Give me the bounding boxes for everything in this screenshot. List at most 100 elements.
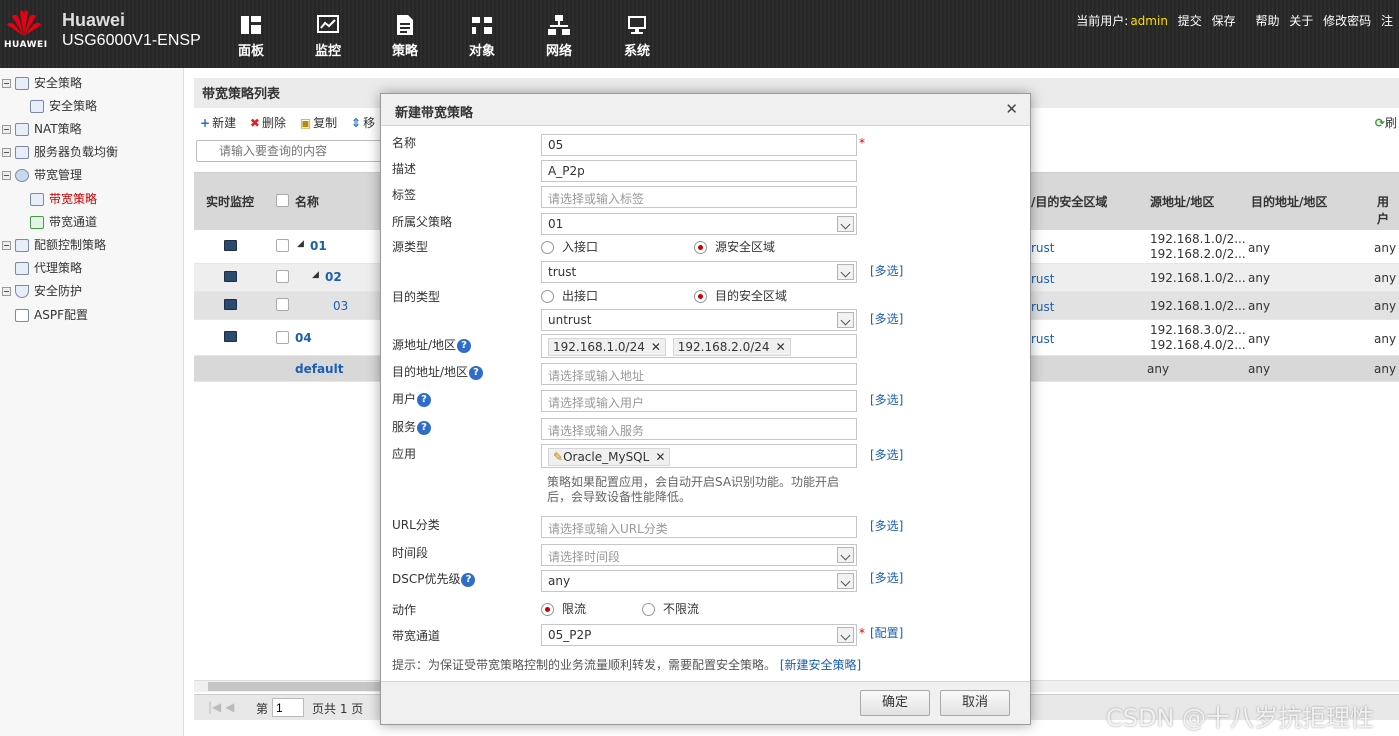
url-category-multi-select[interactable]: [多选] <box>870 517 903 534</box>
sidebar-item-bandwidth-channel[interactable]: 带宽通道 <box>30 213 97 230</box>
user-input[interactable]: 请选择或输入用户 <box>541 390 857 412</box>
monitor-icon[interactable] <box>224 331 237 342</box>
radio-button-selected[interactable] <box>694 241 707 254</box>
source-zone-multi-select[interactable]: [多选] <box>870 262 903 279</box>
url-category-input[interactable]: 请选择或输入URL分类 <box>541 516 857 538</box>
chevron-down-icon[interactable] <box>837 264 854 280</box>
chevron-down-icon[interactable] <box>837 547 854 563</box>
dscp-multi-select[interactable]: [多选] <box>870 569 903 586</box>
close-icon[interactable]: ✕ <box>1005 100 1018 118</box>
monitor-icon[interactable] <box>224 299 237 310</box>
row-checkbox[interactable] <box>276 270 289 283</box>
remove-tag-icon[interactable]: ✕ <box>655 450 665 464</box>
sidebar-item-aspf[interactable]: ASPF配置 <box>15 306 88 323</box>
nav-policy[interactable]: 策略 <box>375 14 435 59</box>
policy-name-link[interactable]: 02 <box>325 270 342 284</box>
expand-icon[interactable] <box>2 241 11 250</box>
sidebar-item-quota-policy[interactable]: 配额控制策略 <box>0 236 106 253</box>
collapse-icon[interactable] <box>2 79 11 88</box>
col-zone[interactable]: /目的安全区域 <box>1031 193 1107 210</box>
chevron-down-icon[interactable] <box>837 573 854 589</box>
destination-zone-select[interactable]: untrust <box>541 309 857 331</box>
collapse-icon[interactable] <box>2 171 11 180</box>
sidebar-item-security-policy[interactable]: 安全策略 <box>30 97 97 114</box>
radio-destination-zone[interactable]: 目的安全区域 <box>694 287 787 304</box>
help-icon[interactable]: ? <box>461 572 476 587</box>
user-multi-select[interactable]: [多选] <box>870 391 903 408</box>
destination-zone-multi-select[interactable]: [多选] <box>870 310 903 327</box>
help-icon[interactable]: ? <box>417 420 432 435</box>
move-button[interactable]: ⇕ 移 <box>351 116 375 130</box>
bandwidth-channel-config-link[interactable]: [配置] <box>870 624 903 641</box>
collapse-arrow-icon[interactable]: ◢ <box>312 270 319 280</box>
save-link[interactable]: 保存 <box>1212 14 1236 28</box>
help-link[interactable]: 帮助 <box>1255 14 1279 28</box>
nav-system[interactable]: 系统 <box>607 14 667 59</box>
new-button[interactable]: + 新建 <box>200 116 236 130</box>
radio-no-limit[interactable]: 不限流 <box>642 600 699 617</box>
help-icon[interactable]: ? <box>469 365 484 380</box>
help-icon[interactable]: ? <box>417 392 432 407</box>
chevron-down-icon[interactable] <box>837 312 854 328</box>
remove-tag-icon[interactable]: ✕ <box>776 340 786 354</box>
policy-name-link[interactable]: 04 <box>295 331 312 345</box>
expand-icon[interactable] <box>2 148 11 157</box>
source-zone-select[interactable]: trust <box>541 261 857 283</box>
name-input[interactable]: 05 <box>541 134 857 156</box>
bandwidth-channel-select[interactable]: 05_P2P <box>541 624 857 646</box>
page-input[interactable] <box>272 698 304 717</box>
row-checkbox[interactable] <box>276 331 289 344</box>
collapse-arrow-icon[interactable]: ◢ <box>297 239 304 249</box>
sidebar-item-bandwidth-policy[interactable]: 带宽策略 <box>30 190 97 207</box>
monitor-icon[interactable] <box>224 271 237 282</box>
copy-button[interactable]: ▣ 复制 <box>300 116 337 130</box>
submit-link[interactable]: 提交 <box>1178 14 1202 28</box>
policy-name-link[interactable]: 03 <box>333 299 348 313</box>
sidebar-item-security-policy-group[interactable]: 安全策略 <box>0 74 82 91</box>
chevron-down-icon[interactable] <box>837 627 854 643</box>
radio-in-interface[interactable]: 入接口 <box>541 238 598 255</box>
radio-out-interface[interactable]: 出接口 <box>541 287 598 304</box>
radio-button[interactable] <box>541 241 554 254</box>
nav-monitor[interactable]: 监控 <box>298 14 358 59</box>
logout-link[interactable]: 注 <box>1381 14 1393 28</box>
about-link[interactable]: 关于 <box>1289 14 1313 28</box>
cancel-button[interactable]: 取消 <box>940 690 1010 716</box>
nav-dashboard[interactable]: 面板 <box>221 14 281 59</box>
schedule-select[interactable]: 请选择时间段 <box>541 544 857 566</box>
change-password-link[interactable]: 修改密码 <box>1323 14 1371 28</box>
application-multi-select[interactable]: [多选] <box>870 446 903 463</box>
row-checkbox[interactable] <box>276 239 289 252</box>
radio-button-selected[interactable] <box>541 603 554 616</box>
radio-button-selected[interactable] <box>694 290 707 303</box>
first-page-icon[interactable]: |◀ ◀ <box>208 700 234 714</box>
chevron-down-icon[interactable] <box>837 216 854 232</box>
radio-source-zone[interactable]: 源安全区域 <box>694 238 775 255</box>
sidebar-item-security-protection[interactable]: 安全防护 <box>0 282 82 299</box>
new-security-policy-link[interactable]: [新建安全策略] <box>780 658 861 672</box>
ok-button[interactable]: 确定 <box>860 690 930 716</box>
destination-address-input[interactable]: 请选择或输入地址 <box>541 363 857 385</box>
tag-input[interactable]: 请选择或输入标签 <box>541 186 857 208</box>
radio-limit[interactable]: 限流 <box>541 600 586 617</box>
application-input[interactable]: ✎Oracle_MySQL ✕ <box>541 444 857 468</box>
source-address-input[interactable]: 192.168.1.0/24 ✕ 192.168.2.0/24 ✕ <box>541 334 857 358</box>
parent-policy-select[interactable]: 01 <box>541 213 857 235</box>
sidebar-item-bandwidth-mgmt[interactable]: 带宽管理 <box>0 166 82 183</box>
sidebar-item-nat-policy[interactable]: NAT策略 <box>0 120 82 137</box>
delete-button[interactable]: ✖ 删除 <box>250 116 286 130</box>
policy-name-link[interactable]: default <box>295 362 343 376</box>
nav-network[interactable]: 网络 <box>529 14 589 59</box>
search-input[interactable] <box>196 140 396 162</box>
policy-name-link[interactable]: 01 <box>310 239 327 253</box>
nav-object[interactable]: 对象 <box>452 14 512 59</box>
radio-button[interactable] <box>642 603 655 616</box>
dscp-select[interactable]: any <box>541 570 857 592</box>
description-input[interactable]: A_P2p <box>541 160 857 182</box>
sidebar-item-proxy-policy[interactable]: 代理策略 <box>15 259 82 276</box>
expand-icon[interactable] <box>2 125 11 134</box>
col-destination[interactable]: 目的地址/地区 <box>1251 193 1327 210</box>
col-user[interactable]: 用户 <box>1377 193 1399 227</box>
remove-tag-icon[interactable]: ✕ <box>651 340 661 354</box>
sidebar-item-server-lb[interactable]: 服务器负载均衡 <box>0 143 118 160</box>
